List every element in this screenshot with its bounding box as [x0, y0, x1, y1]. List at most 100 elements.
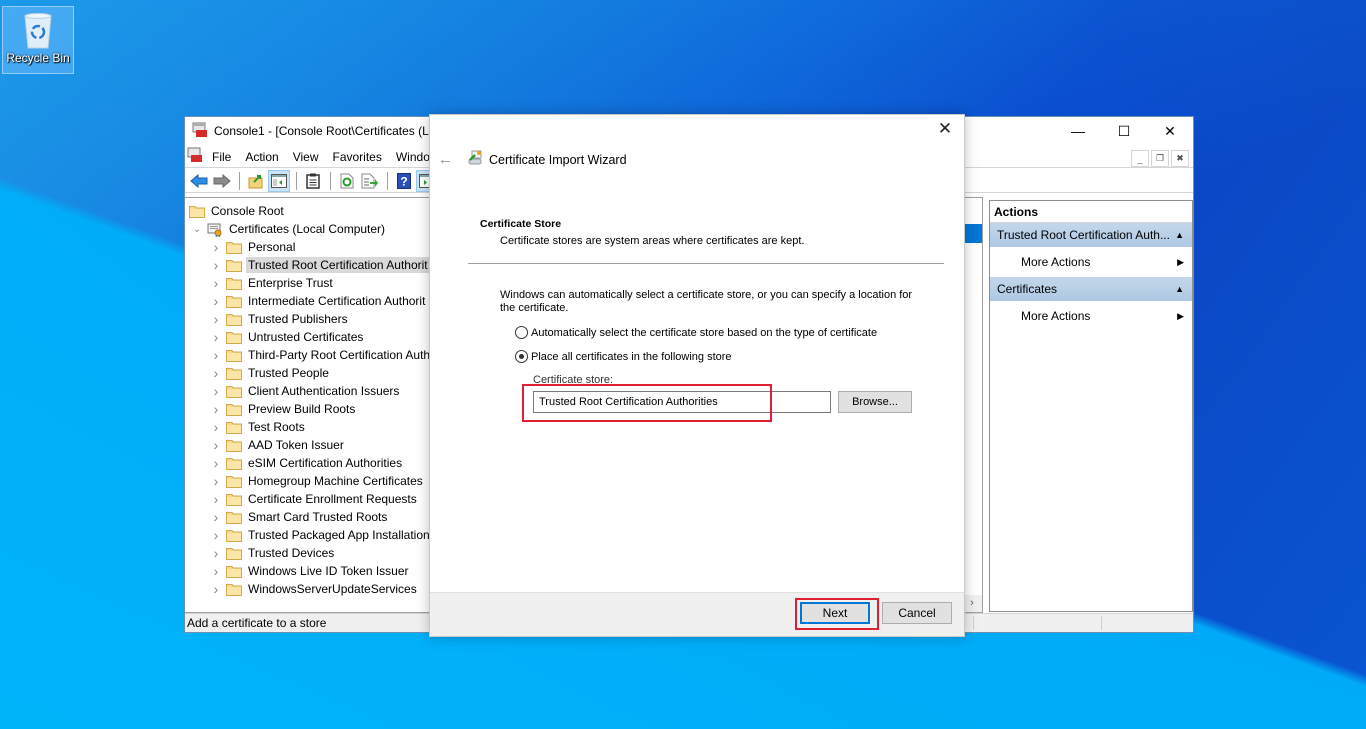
- show-hide-console-tree-icon[interactable]: [268, 169, 290, 192]
- forward-icon[interactable]: [211, 170, 233, 192]
- tree-item-store[interactable]: › Trusted Devices: [185, 544, 434, 562]
- tree-item-store[interactable]: › Preview Build Roots: [185, 400, 434, 418]
- chevron-right-icon[interactable]: ›: [210, 563, 222, 579]
- chevron-right-icon[interactable]: ›: [210, 509, 222, 525]
- chevron-right-icon[interactable]: ›: [210, 473, 222, 489]
- tree-item-label: Enterprise Trust: [248, 276, 333, 290]
- tree-item-store[interactable]: › Trusted People: [185, 364, 434, 382]
- collapse-up-icon[interactable]: ▲: [1175, 284, 1184, 294]
- chevron-right-icon[interactable]: ›: [210, 401, 222, 417]
- tree-item-store[interactable]: › Third-Party Root Certification Auth: [185, 346, 434, 364]
- submenu-arrow-icon: ▶: [1177, 310, 1184, 321]
- folder-icon: [226, 277, 242, 290]
- tree-item-label: Homegroup Machine Certificates: [248, 474, 423, 488]
- tree-item-store[interactable]: › Personal: [185, 238, 434, 256]
- chevron-right-icon[interactable]: ›: [210, 581, 222, 597]
- action-more-actions[interactable]: More Actions ▶: [990, 301, 1192, 331]
- tree-item-console-root[interactable]: Console Root: [185, 202, 434, 220]
- radio-auto-select[interactable]: Automatically select the certificate sto…: [515, 326, 877, 339]
- tree-item-label: Windows Live ID Token Issuer: [248, 564, 409, 578]
- chevron-right-icon[interactable]: ›: [210, 347, 222, 363]
- export-list-icon[interactable]: [359, 170, 381, 192]
- chevron-right-icon[interactable]: ›: [210, 365, 222, 381]
- folder-icon: [226, 475, 242, 488]
- child-restore-button[interactable]: ❐: [1151, 150, 1169, 167]
- radio-place-all[interactable]: Place all certificates in the following …: [515, 350, 732, 363]
- tree-item-label: Trusted People: [248, 366, 329, 380]
- tree-item-label: Certificates (Local Computer): [229, 222, 386, 236]
- close-button[interactable]: ✕: [1147, 117, 1193, 145]
- tree-item-store[interactable]: › Intermediate Certification Authorit: [185, 292, 434, 310]
- mmc-app-icon: [192, 122, 208, 141]
- chevron-right-icon[interactable]: ›: [210, 257, 222, 273]
- mdi-child-icon[interactable]: [187, 147, 203, 166]
- chevron-right-icon[interactable]: ›: [210, 455, 222, 471]
- folder-icon: [226, 367, 242, 380]
- next-button[interactable]: Next: [800, 602, 870, 624]
- tree-item-label: Intermediate Certification Authorit: [248, 294, 426, 308]
- tree-item-label: Trusted Publishers: [248, 312, 348, 326]
- back-arrow-icon[interactable]: ←: [438, 151, 456, 168]
- action-group-trusted-root[interactable]: Trusted Root Certification Auth... ▲: [990, 223, 1192, 247]
- tree-item-store[interactable]: › Smart Card Trusted Roots: [185, 508, 434, 526]
- chevron-right-icon[interactable]: ›: [210, 293, 222, 309]
- radio-button[interactable]: [515, 326, 528, 339]
- browse-button[interactable]: Browse...: [838, 391, 912, 413]
- folder-icon: [189, 205, 205, 218]
- menu-action[interactable]: Action: [238, 150, 285, 164]
- chevron-right-icon[interactable]: ›: [210, 491, 222, 507]
- tree-item-store[interactable]: › Windows Live ID Token Issuer: [185, 562, 434, 580]
- tree-item-store[interactable]: › Enterprise Trust: [185, 274, 434, 292]
- chevron-right-icon[interactable]: ›: [210, 311, 222, 327]
- selected-result-row[interactable]: [962, 224, 982, 243]
- collapse-up-icon[interactable]: ▲: [1175, 230, 1184, 240]
- wizard-close-button[interactable]: ✕: [936, 120, 954, 138]
- up-one-level-icon[interactable]: [245, 170, 267, 192]
- tree-item-store[interactable]: › Trusted Publishers: [185, 310, 434, 328]
- tree-item-label: eSIM Certification Authorities: [248, 456, 403, 470]
- scroll-right-button[interactable]: ›: [962, 595, 982, 612]
- tree-item-store[interactable]: › AAD Token Issuer: [185, 436, 434, 454]
- tree-item-store[interactable]: › Homegroup Machine Certificates: [185, 472, 434, 490]
- tree-item-store[interactable]: › Test Roots: [185, 418, 434, 436]
- toolbar-separator: [296, 171, 297, 190]
- tree-item-store[interactable]: › WindowsServerUpdateServices: [185, 580, 434, 598]
- certificate-store-field[interactable]: [533, 391, 831, 413]
- help-icon[interactable]: ?: [393, 170, 415, 192]
- maximize-button[interactable]: ☐: [1101, 117, 1147, 145]
- chevron-right-icon[interactable]: ›: [210, 545, 222, 561]
- radio-button-checked[interactable]: [515, 350, 528, 363]
- tree-item-store[interactable]: › eSIM Certification Authorities: [185, 454, 434, 472]
- tree-item-store[interactable]: › Trusted Root Certification Authorit: [185, 256, 434, 274]
- child-close-button[interactable]: ✖: [1171, 150, 1189, 167]
- section-title: Certificate Store: [480, 218, 562, 230]
- tree-item-store[interactable]: › Trusted Packaged App Installation: [185, 526, 434, 544]
- clipboard-icon[interactable]: [302, 170, 324, 192]
- chevron-right-icon[interactable]: ›: [210, 329, 222, 345]
- child-minimize-button[interactable]: _: [1131, 150, 1149, 167]
- chevron-right-icon[interactable]: ›: [210, 275, 222, 291]
- chevron-down-icon[interactable]: ⌄: [191, 224, 203, 235]
- desktop-icon-recycle-bin[interactable]: Recycle Bin: [2, 6, 74, 74]
- tree-item-store[interactable]: › Client Authentication Issuers: [185, 382, 434, 400]
- action-more-actions[interactable]: More Actions ▶: [990, 247, 1192, 277]
- chevron-right-icon[interactable]: ›: [210, 239, 222, 255]
- tree-item-label: Test Roots: [248, 420, 305, 434]
- tree-item-store[interactable]: › Certificate Enrollment Requests: [185, 490, 434, 508]
- cancel-button[interactable]: Cancel: [882, 602, 952, 624]
- menu-view[interactable]: View: [286, 150, 326, 164]
- back-icon[interactable]: [188, 170, 210, 192]
- menu-file[interactable]: File: [205, 150, 238, 164]
- chevron-right-icon[interactable]: ›: [210, 419, 222, 435]
- certificates-snapin-icon: [207, 223, 223, 237]
- action-group-certificates[interactable]: Certificates ▲: [990, 277, 1192, 301]
- minimize-button[interactable]: —: [1055, 117, 1101, 145]
- folder-icon: [226, 421, 242, 434]
- tree-item-store[interactable]: › Untrusted Certificates: [185, 328, 434, 346]
- refresh-icon[interactable]: [336, 170, 358, 192]
- chevron-right-icon[interactable]: ›: [210, 437, 222, 453]
- menu-favorites[interactable]: Favorites: [326, 150, 389, 164]
- chevron-right-icon[interactable]: ›: [210, 527, 222, 543]
- tree-item-certificates-local-computer[interactable]: ⌄ Certificates (Local Computer): [185, 220, 434, 238]
- chevron-right-icon[interactable]: ›: [210, 383, 222, 399]
